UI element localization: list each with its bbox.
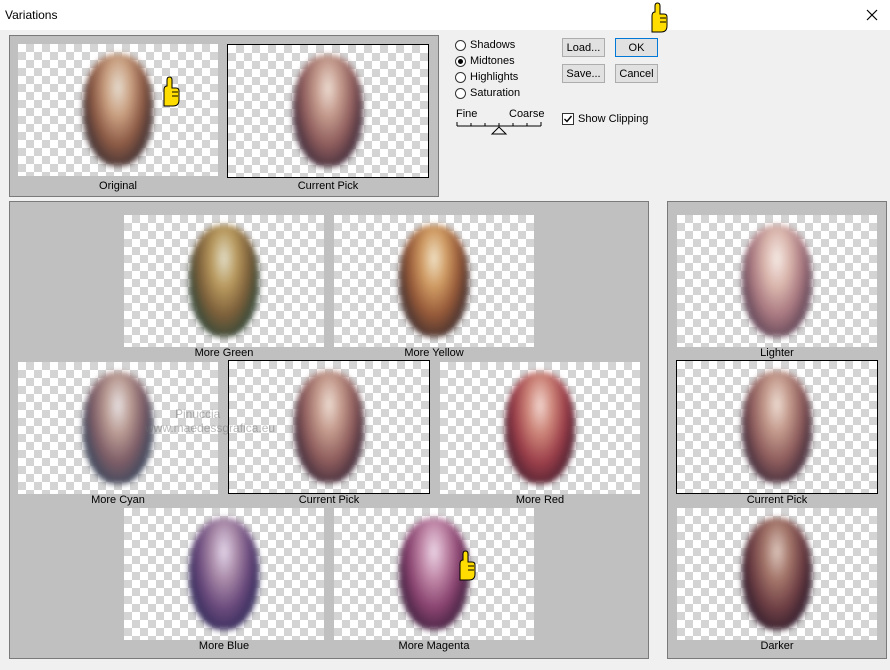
variation-more-green[interactable] bbox=[124, 215, 324, 347]
checkmark-icon bbox=[564, 115, 573, 123]
checkbox-box bbox=[562, 113, 574, 125]
pointing-hand-icon bbox=[651, 2, 668, 33]
more-cyan-caption: More Cyan bbox=[91, 494, 145, 506]
slider-coarse-label: Coarse bbox=[509, 108, 545, 120]
darker-caption: Darker bbox=[760, 640, 794, 652]
fine-coarse-slider[interactable] bbox=[455, 120, 545, 136]
more-red-image bbox=[505, 372, 575, 484]
radio-shadows-label: Shadows bbox=[470, 39, 516, 51]
more-green-image bbox=[189, 225, 259, 337]
more-red-caption: More Red bbox=[515, 494, 565, 506]
radio-midtones[interactable]: Midtones bbox=[455, 53, 515, 69]
preview-panel: Original Current Pick bbox=[9, 35, 439, 197]
dialog-client: Original Current Pick Shadows Midtones H… bbox=[0, 2, 890, 670]
variation-more-magenta[interactable] bbox=[334, 508, 534, 640]
window-title: Variations bbox=[5, 8, 58, 22]
original-image bbox=[83, 54, 153, 166]
radio-shadows[interactable]: Shadows bbox=[455, 37, 515, 53]
variation-more-red[interactable] bbox=[440, 362, 640, 494]
close-icon bbox=[866, 9, 878, 21]
more-green-caption: More Green bbox=[194, 347, 254, 359]
title-bar: Variations bbox=[0, 0, 890, 30]
radio-highlights-label: Highlights bbox=[470, 71, 519, 83]
current-pick-center-image bbox=[294, 371, 364, 483]
more-yellow-caption: More Yellow bbox=[404, 347, 464, 359]
current-pick-image bbox=[293, 55, 363, 167]
variation-more-blue[interactable] bbox=[124, 508, 324, 640]
variation-darker[interactable] bbox=[677, 508, 877, 640]
watermark: Pinuccia www.maedessgrafica.eu bbox=[145, 407, 275, 435]
show-clipping-label: Show Clipping bbox=[578, 113, 649, 125]
more-magenta-caption: More Magenta bbox=[398, 640, 470, 652]
variation-more-yellow[interactable] bbox=[334, 215, 534, 347]
current-pick-brightness-caption: Current Pick bbox=[746, 494, 808, 506]
watermark-line-1: Pinuccia bbox=[175, 407, 221, 421]
pointing-hand-icon bbox=[459, 550, 476, 581]
slider-thumb bbox=[490, 126, 508, 135]
radio-shadows-circle bbox=[455, 39, 466, 51]
radio-midtones-circle bbox=[455, 55, 466, 67]
ok-button[interactable]: OK bbox=[615, 38, 658, 57]
current-pick-caption: Current Pick bbox=[297, 180, 359, 192]
radio-midtones-label: Midtones bbox=[470, 55, 515, 67]
radio-highlights[interactable]: Highlights bbox=[455, 69, 518, 85]
watermark-line-2: www.maedessgrafica.eu bbox=[145, 421, 276, 435]
brightness-variations-panel: Lighter Current Pick Darker bbox=[667, 201, 887, 659]
original-caption: Original bbox=[99, 180, 137, 192]
radio-saturation[interactable]: Saturation bbox=[455, 85, 520, 101]
more-blue-caption: More Blue bbox=[198, 640, 250, 652]
current-pick-brightness-image bbox=[742, 371, 812, 483]
more-cyan-image bbox=[83, 372, 153, 484]
pointing-hand-icon bbox=[163, 76, 180, 107]
current-pick-preview bbox=[227, 44, 429, 178]
close-button[interactable] bbox=[860, 3, 884, 27]
lighter-image bbox=[742, 225, 812, 337]
show-clipping-checkbox[interactable]: Show Clipping bbox=[562, 113, 648, 125]
radio-saturation-label: Saturation bbox=[470, 87, 521, 99]
cancel-button[interactable]: Cancel bbox=[615, 64, 658, 83]
darker-image bbox=[742, 518, 812, 630]
more-blue-image bbox=[189, 518, 259, 630]
original-thumbnail bbox=[18, 44, 218, 176]
radio-highlights-circle bbox=[455, 71, 466, 83]
color-variations-panel: More Green More Yellow More Cyan Current… bbox=[9, 201, 649, 659]
save-button[interactable]: Save... bbox=[562, 64, 605, 83]
radio-saturation-circle bbox=[455, 87, 466, 99]
lighter-caption: Lighter bbox=[760, 347, 794, 359]
variation-current-pick-brightness[interactable] bbox=[676, 360, 878, 494]
current-pick-center-caption: Current Pick bbox=[298, 494, 360, 506]
slider-fine-label: Fine bbox=[456, 108, 478, 120]
variation-lighter[interactable] bbox=[677, 215, 877, 347]
more-yellow-image bbox=[399, 225, 469, 337]
load-button[interactable]: Load... bbox=[562, 38, 605, 57]
